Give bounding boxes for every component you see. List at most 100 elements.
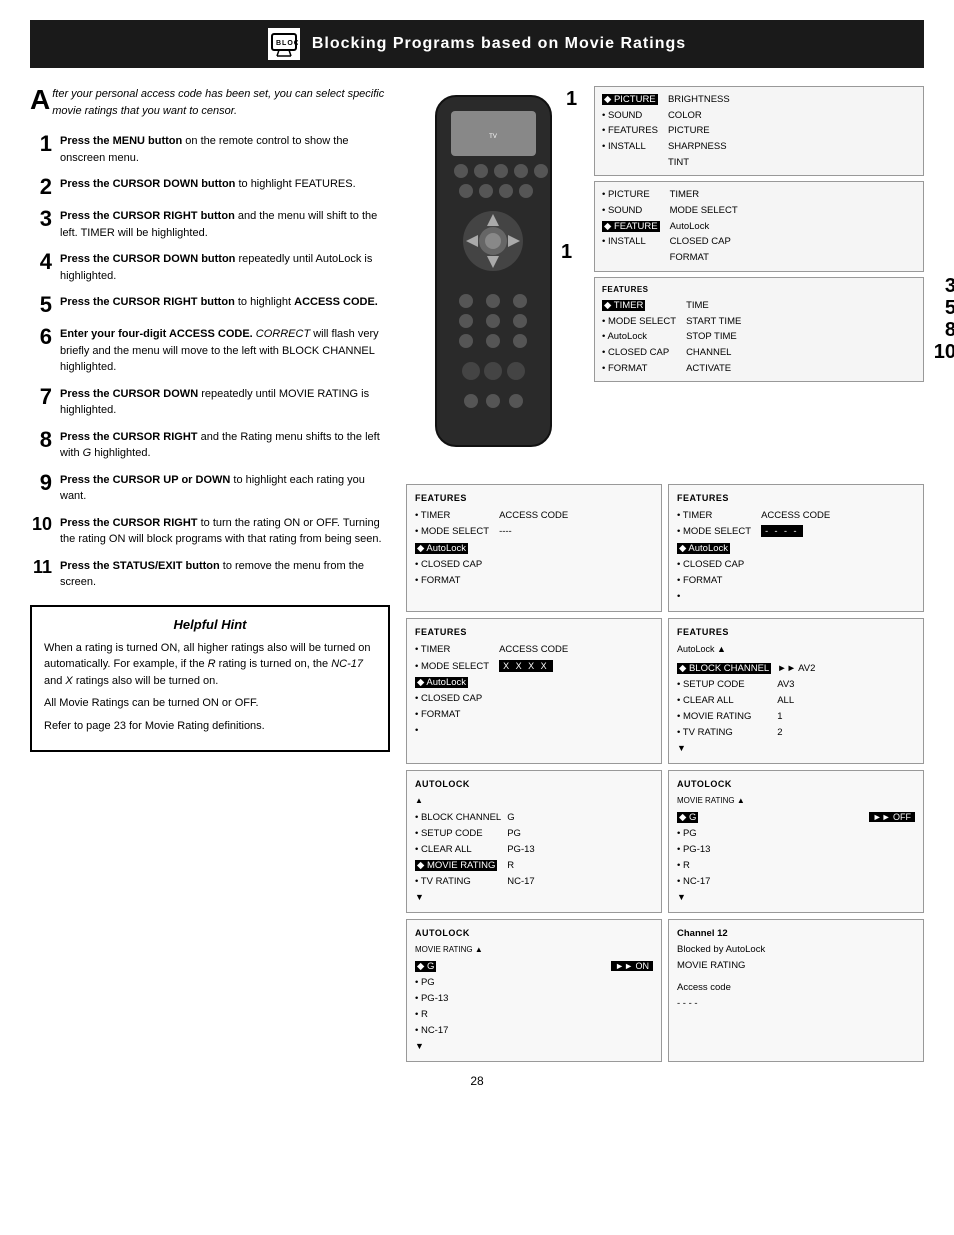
panel-access-xxxx: FEATURES • TIMER • MODE SELECT ◆ AutoLoc… <box>406 618 662 764</box>
intro-body: fter your personal access code has been … <box>52 88 384 117</box>
mp1-item3: • FEATURES <box>602 123 658 139</box>
p8-i6: ▼ <box>415 890 501 905</box>
step-9: 9 Press the CURSOR UP or DOWN to highlig… <box>30 472 390 505</box>
p7-i3: • CLEAR ALL <box>677 693 771 709</box>
p4-r1: ACCESS CODE <box>499 508 568 524</box>
p7-i5: • TV RATING <box>677 725 771 741</box>
p9-arrow-down: ▼ <box>677 890 915 905</box>
p6-r2: X X X X <box>499 659 568 675</box>
p5-r1: ACCESS CODE <box>761 508 830 524</box>
access-code-dashes: - - - - <box>761 525 803 537</box>
step-num-9: 9 <box>30 472 52 494</box>
mp3-item5: • FORMAT <box>602 361 676 377</box>
step-text-2: Press the CURSOR DOWN button to highligh… <box>60 176 356 193</box>
step-1: 1 Press the MENU button on the remote co… <box>30 133 390 166</box>
p5-i5: • FORMAT <box>677 573 751 589</box>
mp3-item4: • CLOSED CAP <box>602 345 676 361</box>
mp3-r4: CHANNEL <box>686 345 741 361</box>
num-8: 8 <box>945 319 954 342</box>
mp1-item1: ◆ PICTURE <box>602 92 658 108</box>
access-code-xxxx: X X X X <box>499 660 553 672</box>
p7-i6: ▼ <box>677 741 771 756</box>
lower-panels: FEATURES • TIMER • MODE SELECT ◆ AutoLoc… <box>406 484 924 1062</box>
panel-block-channel: FEATURES AutoLock ▲ ◆ BLOCK CHANNEL • SE… <box>668 618 924 764</box>
step-num-5: 5 <box>30 294 52 316</box>
step-num-10: 10 <box>30 515 52 533</box>
p7-r3: ALL <box>777 693 815 709</box>
mp2-item4: • INSTALL <box>602 234 660 250</box>
p10-i3: • R <box>415 1007 653 1023</box>
menu-panel-features: • PICTURE • SOUND ◆ FEATURE • INSTALL TI… <box>594 181 924 271</box>
mp3-item3: • AutoLock <box>602 329 676 345</box>
p7-i1: ◆ BLOCK CHANNEL <box>677 661 771 677</box>
p10-title: AutoLock <box>415 926 653 941</box>
panel-row-3: 3 5 8 10 FEATURES ◆ TIMER • MODE SELECT … <box>594 277 924 383</box>
p5-i6: • <box>677 589 751 605</box>
p9-i4: • NC-17 <box>677 874 915 890</box>
mp3-r3: STOP TIME <box>686 329 741 345</box>
step-text-5: Press the CURSOR RIGHT button to highlig… <box>60 294 378 311</box>
step-5: 5 Press the CURSOR RIGHT button to highl… <box>30 294 390 316</box>
panels-stack: 1 ◆ PICTURE • SOUND • FEATURES • INSTALL <box>594 86 924 474</box>
right-column: TV 1 1 ◆ PICTURE • SOUND <box>406 86 924 1062</box>
remote-area: TV 1 <box>406 86 586 474</box>
p4-title: FEATURES <box>415 491 653 506</box>
p5-r2: - - - - <box>761 524 830 540</box>
step-text-4: Press the CURSOR DOWN button repeatedly … <box>60 251 390 284</box>
mp1-item4: • INSTALL <box>602 139 658 155</box>
menu-panel-timer: FEATURES ◆ TIMER • MODE SELECT • AutoLoc… <box>594 277 924 383</box>
mp2-r4: CLOSED CAP <box>670 234 738 250</box>
mp3-item2: • MODE SELECT <box>602 314 676 330</box>
p11-line5: - - - - <box>677 996 915 1012</box>
p8-r2: PG <box>507 826 534 842</box>
p9-g-label: ◆ G <box>677 812 698 823</box>
p4-i2: • MODE SELECT <box>415 524 489 540</box>
p7-r5: 2 <box>777 725 815 741</box>
p5-title: FEATURES <box>677 491 915 506</box>
hint-box: Helpful Hint When a rating is turned ON,… <box>30 605 390 753</box>
step-text-3: Press the CURSOR RIGHT button and the me… <box>60 208 390 241</box>
p6-r1: ACCESS CODE <box>499 642 568 658</box>
mp3-item1: ◆ TIMER <box>602 298 676 314</box>
num-5: 5 <box>945 297 954 320</box>
p6-title: FEATURES <box>415 625 653 640</box>
p4-r2: ---- <box>499 524 568 540</box>
step-8: 8 Press the CURSOR RIGHT and the Rating … <box>30 429 390 462</box>
p6-i1: • TIMER <box>415 642 489 658</box>
step-6: 6 Enter your four-digit ACCESS CODE. COR… <box>30 326 390 376</box>
mp2-item2: • SOUND <box>602 203 660 219</box>
p8-r1: G <box>507 810 534 826</box>
p10-g-value: ►► ON <box>611 961 653 971</box>
drop-cap: A <box>30 86 50 114</box>
p6-i4: • CLOSED CAP <box>415 691 489 707</box>
p7-r2: AV3 <box>777 677 815 693</box>
step-text-7: Press the CURSOR DOWN repeatedly until M… <box>60 386 390 419</box>
steps-list: 1 Press the MENU button on the remote co… <box>30 133 390 591</box>
p8-i5: • TV RATING <box>415 874 501 890</box>
intro-text: A fter your personal access code has bee… <box>30 86 390 119</box>
page-header: BLOCK Blocking Programs based on Movie R… <box>30 20 924 68</box>
p8-i2: • SETUP CODE <box>415 826 501 842</box>
step-overlay-1: 1 <box>561 241 572 264</box>
step-text-9: Press the CURSOR UP or DOWN to highlight… <box>60 472 390 505</box>
p11-line4: Access code <box>677 980 915 996</box>
p8-i3: • CLEAR ALL <box>415 842 501 858</box>
mp1-r5: TINT <box>668 155 730 171</box>
page-num-text: 28 <box>470 1074 483 1088</box>
page: BLOCK Blocking Programs based on Movie R… <box>0 0 954 1235</box>
p9-i1: • PG <box>677 826 915 842</box>
mp1-r2: COLOR <box>668 108 730 124</box>
p7-r1: ►► AV2 <box>777 661 815 677</box>
p6-i3: ◆ AutoLock <box>415 675 489 691</box>
panel-g-off: AutoLock MOVIE RATING ▲ ◆ G ►► OFF • PG … <box>668 770 924 913</box>
mp2-r3: AutoLock <box>670 219 738 235</box>
p7-subtitle: AutoLock ▲ <box>677 642 915 657</box>
p10-subtitle: MOVIE RATING ▲ <box>415 943 653 957</box>
panel-g-on: AutoLock MOVIE RATING ▲ ◆ G ►► ON • PG •… <box>406 919 662 1062</box>
step-4: 4 Press the CURSOR DOWN button repeatedl… <box>30 251 390 284</box>
p4-i3: ◆ AutoLock <box>415 541 489 557</box>
step-num-8: 8 <box>30 429 52 451</box>
step-11: 11 Press the STATUS/EXIT button to remov… <box>30 558 390 591</box>
mp3-r2: START TIME <box>686 314 741 330</box>
mp1-item2: • SOUND <box>602 108 658 124</box>
